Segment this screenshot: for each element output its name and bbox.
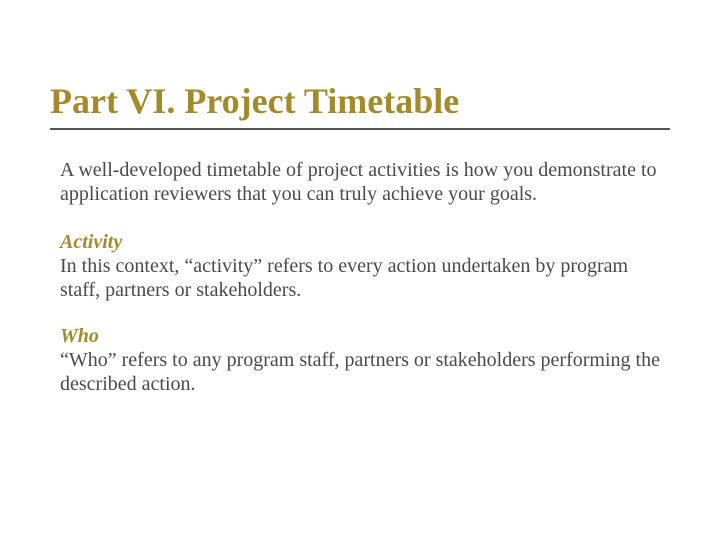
section-label: Who xyxy=(60,324,670,348)
page-title: Part VI. Project Timetable xyxy=(50,80,670,122)
section-activity: Activity In this context, “activity” ref… xyxy=(50,230,670,302)
section-body: “Who” refers to any program staff, partn… xyxy=(60,349,660,395)
title-underline xyxy=(50,128,670,130)
section-who: Who “Who” refers to any program staff, p… xyxy=(50,324,670,396)
section-body: In this context, “activity” refers to ev… xyxy=(60,255,628,301)
section-label: Activity xyxy=(60,230,670,254)
intro-paragraph: A well-developed timetable of project ac… xyxy=(50,158,670,206)
